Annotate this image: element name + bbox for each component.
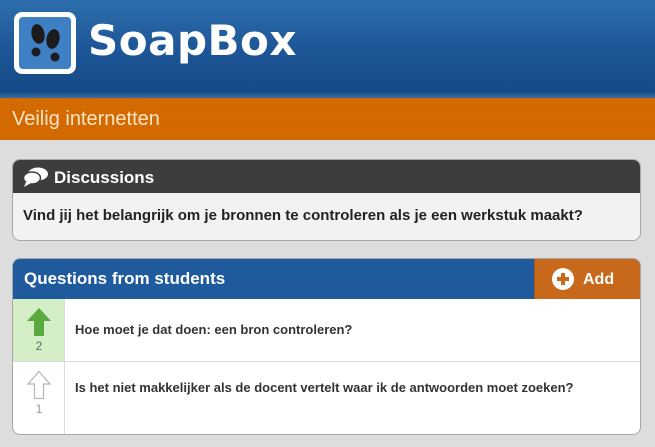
soapbox-logo[interactable] [14,12,76,74]
upvote-button[interactable]: 2 [13,299,65,361]
question-row: 1 Is het niet makkelijker als de docent … [13,362,640,434]
questions-panel: Questions from students Add 2 Hoe moet j… [12,258,641,435]
upvote-arrow-icon [26,370,52,405]
questions-header: Questions from students Add [13,259,640,299]
upvote-arrow-icon [26,307,52,342]
vote-count: 1 [35,402,43,416]
discussions-title: Discussions [54,168,155,187]
vote-count: 2 [35,339,43,353]
question-link[interactable]: Hoe moet je dat doen: een bron controler… [75,319,595,340]
app-title: SoapBox [88,16,297,65]
discussion-question-link[interactable]: Vind jij het belangrijk om je bronnen te… [23,207,583,225]
discussions-header: Discussions [13,160,640,193]
question-row: 2 Hoe moet je dat doen: een bron control… [13,299,640,362]
footprints-icon [19,17,71,69]
section-title: Veilig internetten [12,108,160,130]
section-bar: Veilig internetten [0,98,655,140]
add-question-button[interactable]: Add [534,259,640,299]
speech-bubbles-icon [22,167,49,192]
question-link[interactable]: Is het niet makkelijker als de docent ve… [75,377,595,398]
discussions-panel: Discussions Vind jij het belangrijk om j… [12,159,641,241]
add-button-label: Add [583,271,615,288]
questions-title: Questions from students [24,269,226,288]
app-header: SoapBox [0,0,655,92]
plus-circle-icon [552,268,574,295]
upvote-button[interactable]: 1 [13,362,65,434]
